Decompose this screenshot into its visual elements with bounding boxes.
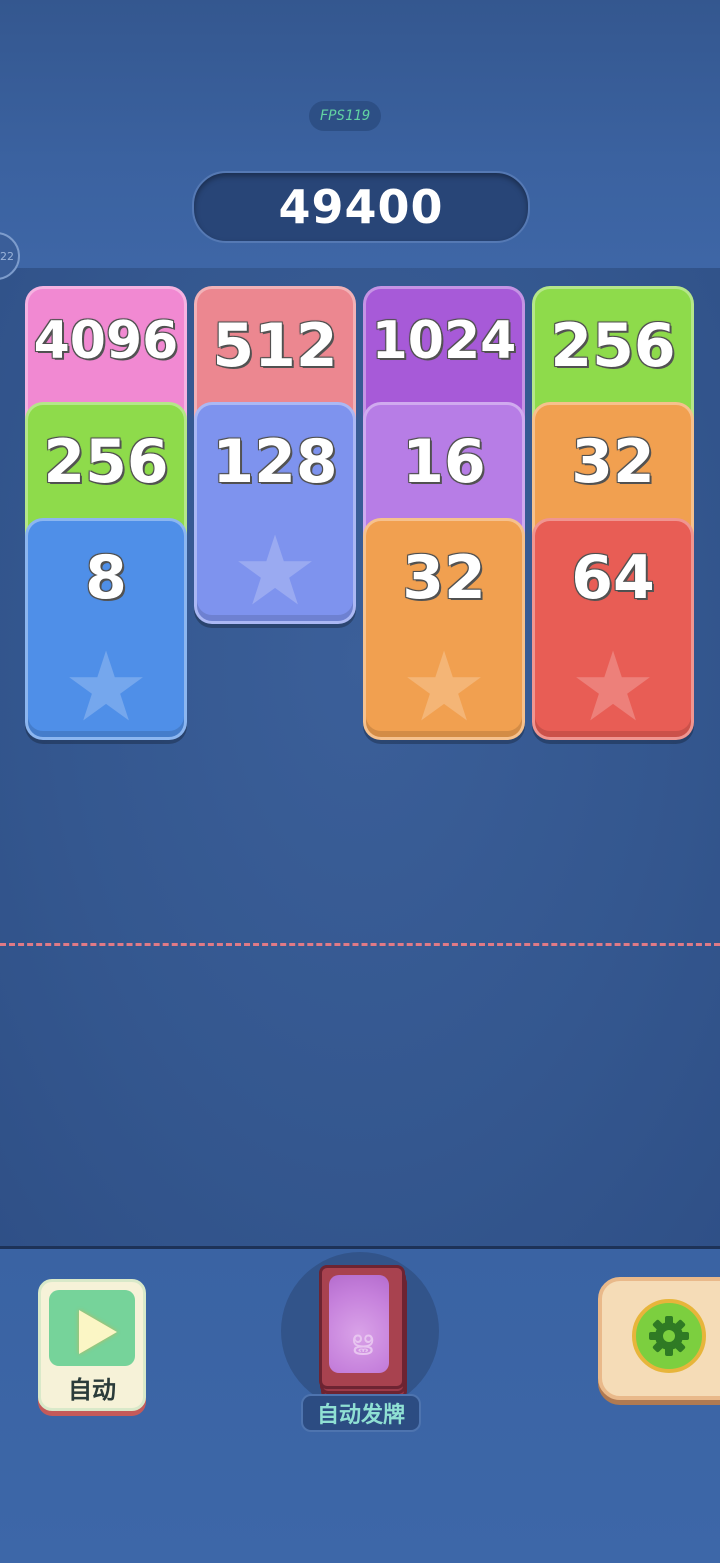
swirl-icon: ൠ [350, 1326, 374, 1356]
play-background [49, 1290, 135, 1366]
side-badge-text: 22 [0, 249, 14, 263]
card-value: 512 [212, 311, 338, 381]
star-icon: ★ [400, 631, 488, 743]
card-value: 64 [571, 543, 655, 613]
card-value: 4096 [33, 311, 179, 371]
settings-button[interactable] [598, 1277, 720, 1400]
card-value: 256 [43, 427, 169, 497]
card-col3-row3[interactable]: 32 ★ [363, 518, 525, 740]
gear-icon [632, 1299, 706, 1373]
star-icon: ★ [231, 515, 319, 627]
star-icon: ★ [569, 631, 657, 743]
card-value: 1024 [371, 311, 517, 371]
card-value: 128 [212, 427, 338, 497]
card-value: 32 [571, 427, 655, 497]
card-col2-row2[interactable]: 128 ★ [194, 402, 356, 624]
score-display: 49400 [192, 171, 530, 243]
card-value: 16 [402, 427, 486, 497]
deck-card-face [329, 1275, 389, 1373]
card-value: 8 [85, 543, 127, 613]
card-col4-row3[interactable]: 64 ★ [532, 518, 694, 740]
card-value: 32 [402, 543, 486, 613]
auto-play-button[interactable]: 自动 [38, 1279, 146, 1411]
play-icon [79, 1310, 117, 1354]
auto-deal-label[interactable]: 自动发牌 [301, 1394, 421, 1432]
star-icon: ★ [62, 631, 150, 743]
card-deck-icon[interactable]: ൠ [319, 1265, 405, 1389]
card-value: 256 [550, 311, 676, 381]
limit-line [0, 943, 720, 946]
card-col1-row3[interactable]: 8 ★ [25, 518, 187, 740]
fps-counter: FPS119 [309, 101, 381, 131]
auto-play-label: 自动 [68, 1376, 116, 1404]
